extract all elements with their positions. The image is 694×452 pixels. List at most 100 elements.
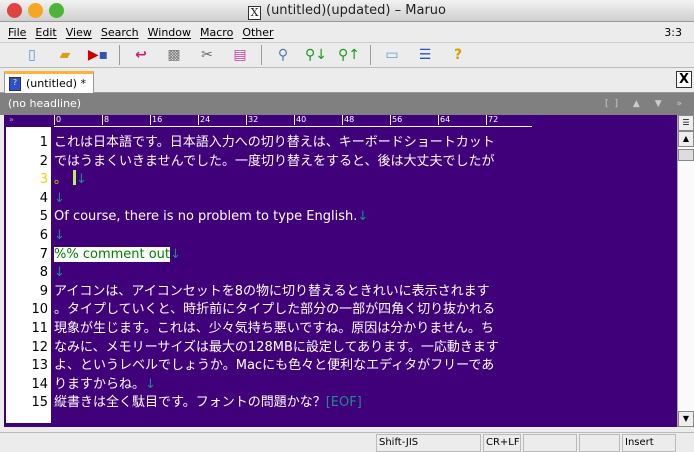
line-number: 2 [39,153,48,169]
line-text: 。タイプしていくと、時折前にタイプした部分の一部が四角く切り抜かれる [54,302,496,318]
cut-icon[interactable]: ✂ [195,45,219,65]
ruler-mark: 0 [54,115,62,125]
line-number: 15 [31,395,48,411]
line-text: これは日本語です。日本語入力への切り替えは、キーボードショートカット [54,135,495,150]
line-text: ではうまくいきませんでした。一度切り替えをすると、後は大丈夫でしたが [54,153,495,169]
editor-line[interactable]: これは日本語です。日本語入力への切り替えは、キーボードショートカット [54,133,495,152]
line-number: 10 [31,302,48,318]
line-text: よ、というレベルでしょうか。Macにも色々と便利なエディタがフリーであ [54,358,495,374]
toolbar-separator [261,45,262,65]
newline-mark: ↓ [54,265,65,281]
line-text: Of course, there is no problem to type E… [54,209,358,225]
ruler-mark: 48 [342,115,355,125]
ruler-mark: 24 [198,115,211,125]
toolbar-separator [370,45,371,65]
search-icon[interactable]: ⚲ [271,45,295,65]
status-cell-empty [523,434,577,452]
scroll-thumb[interactable] [678,149,694,161]
editor-line[interactable]: 。 ↓ [54,170,87,189]
line-number: 9 [39,283,48,299]
comment-text: %% comment out [54,246,171,262]
split-icon[interactable]: ☰ [413,45,437,65]
window-icon[interactable]: ▭ [380,45,404,65]
editor-line[interactable]: 現象が生じます。これは、少々気持ち悪いですね。原因は分かりません。ち [54,319,494,338]
save-icon[interactable]: ▶ ▪ [86,45,110,65]
line-text: アイコンは、アイコンセットを8の物に切り替えるときれいに表示されます [54,283,490,299]
ruler-mark: 64 [438,115,451,125]
help-icon[interactable]: ? [446,45,470,65]
undo-icon[interactable]: ↩ [129,45,153,65]
editor-line[interactable]: ↓ [54,263,65,282]
scroll-up-button[interactable]: ▲ [678,131,694,147]
editor-line[interactable]: %% comment out↓ [54,245,181,264]
ruler: » 0 8 16 24 32 40 48 56 64 72 [4,115,677,127]
open-folder-icon[interactable]: ▰ [53,45,77,65]
editor-line[interactable]: なみに、メモリーサイズは最大の128MBに設定してあります。一応動きます [54,338,499,357]
editor-line[interactable]: りますからね。↓ [54,375,156,394]
minimize-window-button[interactable] [28,3,43,18]
menu-view[interactable]: View [66,26,92,39]
newline-mark: ↓ [170,246,181,262]
line-text: りますからね。 [54,376,146,392]
menu-bar: File Edit View Search Window Macro Other… [0,22,694,42]
line-number-gutter: 1 2 3 4 5 6 7 8 9 10 11 12 13 14 15 [6,127,51,423]
menu-other[interactable]: Other [242,26,273,39]
line-ending-status[interactable]: CR+LF [483,434,521,452]
newline-mark: ↓ [54,228,65,243]
tab-label: (untitled) * [26,77,87,90]
zoom-window-button[interactable] [49,3,64,18]
paste-icon[interactable]: ▤ [228,45,252,65]
scroll-menu-button[interactable]: ☰ [678,115,694,131]
ruler-mark: 56 [390,115,403,125]
vertical-scrollbar[interactable]: ☰ ▲ ▼ [677,115,694,427]
toolbar: ▯ ▰ ▶ ▪ ↩ ▩ ✂ ▤ ⚲ ⚲↓ ⚲↑ ▭ ☰ ? [0,42,694,68]
encoding-status[interactable]: Shift-JIS [376,434,481,452]
editor-line[interactable]: アイコンは、アイコンセットを8の物に切り替えるときれいに表示されます [54,282,490,301]
title-bar: X (untitled)(updated) – Maruo [0,0,694,22]
headline-controls[interactable]: [] ▲ ▼ » [605,93,688,115]
menu-search[interactable]: Search [101,26,139,39]
scroll-down-button[interactable]: ▼ [678,411,694,427]
line-number: 14 [31,376,48,392]
new-file-icon[interactable]: ▯ [20,45,44,65]
editor-line[interactable]: ではうまくいきませんでした。一度切り替えをすると、後は大丈夫でしたが [54,152,494,171]
editor-line[interactable]: よ、というレベルでしょうか。Macにも色々と便利なエディタがフリーであ [54,356,494,375]
copy-icon[interactable]: ▩ [162,45,186,65]
tab-bar: ? (untitled) * X [0,68,694,93]
headline-text: (no headline) [8,97,82,110]
editor-line[interactable]: ↓ [54,189,65,208]
editor-line[interactable]: 。タイプしていくと、時折前にタイプした部分の一部が四角く切り抜かれる [54,300,495,319]
menu-window[interactable]: Window [148,26,191,39]
line-text: 縦書きは全く駄目です。フォントの問題かな？ [54,395,326,411]
close-tab-button[interactable]: X [676,71,692,88]
line-number: 13 [31,358,48,374]
close-window-button[interactable] [7,3,22,18]
ruler-mark: 16 [150,115,163,125]
ruler-mark: 32 [246,115,259,125]
eof-mark: [EOF] [325,395,362,411]
newline-mark: ↓ [145,376,156,392]
ruler-mark: 72 [486,115,499,125]
ruler-mark: 8 [102,115,110,125]
line-text: 現象が生じます。これは、少々気持ち悪いですね。原因は分かりません。ち [54,321,494,336]
document-icon: ? [9,76,21,91]
editor-line[interactable]: Of course, there is no problem to type E… [54,207,368,226]
insert-mode-status[interactable]: Insert [622,434,676,452]
menu-file[interactable]: File [8,26,26,39]
newline-mark: ↓ [357,209,369,225]
toolbar-separator [119,45,120,65]
search-prev-icon[interactable]: ⚲↑ [337,45,361,65]
search-next-icon[interactable]: ⚲↓ [304,45,328,65]
newline-mark: ↓ [54,190,65,206]
editor-area[interactable]: » 0 8 16 24 32 40 48 56 64 72 1 2 3 4 5 6 7 8 9 10 11 12 13 14… [4,115,677,427]
editor-line[interactable]: ↓ [54,226,65,245]
line-number: 6 [39,228,48,243]
line-text: なみに、メモリーサイズは最大の128MBに設定してあります。一応動きます [54,339,499,355]
editor-line[interactable]: 縦書きは全く駄目です。フォントの問題かな？[EOF] [54,393,362,412]
line-number: 3 [39,172,48,188]
line-text: 。 [54,172,68,188]
menu-macro[interactable]: Macro [200,26,233,39]
menu-edit[interactable]: Edit [35,26,56,39]
tab-untitled[interactable]: ? (untitled) * [4,71,94,93]
line-number: 4 [39,190,48,206]
